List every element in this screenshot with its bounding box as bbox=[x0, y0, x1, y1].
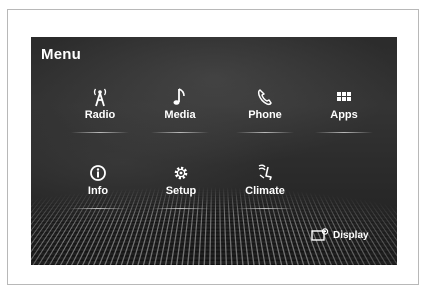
radio-button[interactable]: Radio bbox=[65, 87, 135, 147]
climate-underline bbox=[236, 208, 294, 209]
setup-button[interactable]: Setup bbox=[146, 163, 216, 223]
apps-grid-icon bbox=[337, 92, 351, 101]
info-icon bbox=[90, 165, 106, 181]
page-title: Menu bbox=[41, 46, 81, 63]
setup-underline bbox=[152, 208, 210, 209]
media-label: Media bbox=[164, 109, 196, 121]
display-button[interactable]: Display bbox=[311, 225, 391, 245]
phone-underline bbox=[236, 132, 294, 133]
radio-underline bbox=[71, 132, 129, 133]
phone-label: Phone bbox=[248, 109, 282, 121]
display-label: Display bbox=[333, 229, 369, 241]
menu-screen: Menu Radio Media Phone Apps Info Setup C… bbox=[31, 37, 397, 265]
media-button[interactable]: Media bbox=[145, 87, 215, 147]
apps-underline bbox=[315, 132, 373, 133]
media-underline bbox=[151, 132, 209, 133]
radio-label: Radio bbox=[84, 109, 116, 121]
phone-button[interactable]: Phone bbox=[230, 87, 300, 147]
radio-antenna-icon bbox=[93, 88, 107, 107]
climate-seat-icon bbox=[258, 164, 272, 181]
display-icon bbox=[311, 228, 329, 241]
apps-label: Apps bbox=[330, 109, 358, 121]
info-button[interactable]: Info bbox=[63, 163, 133, 223]
apps-button[interactable]: Apps bbox=[309, 87, 379, 147]
info-underline bbox=[69, 208, 127, 209]
setup-label: Setup bbox=[165, 185, 197, 197]
gear-icon bbox=[174, 166, 188, 180]
climate-button[interactable]: Climate bbox=[230, 163, 300, 223]
music-note-icon bbox=[173, 88, 185, 105]
climate-label: Climate bbox=[245, 185, 285, 197]
info-label: Info bbox=[87, 185, 109, 197]
phone-icon bbox=[257, 89, 272, 106]
